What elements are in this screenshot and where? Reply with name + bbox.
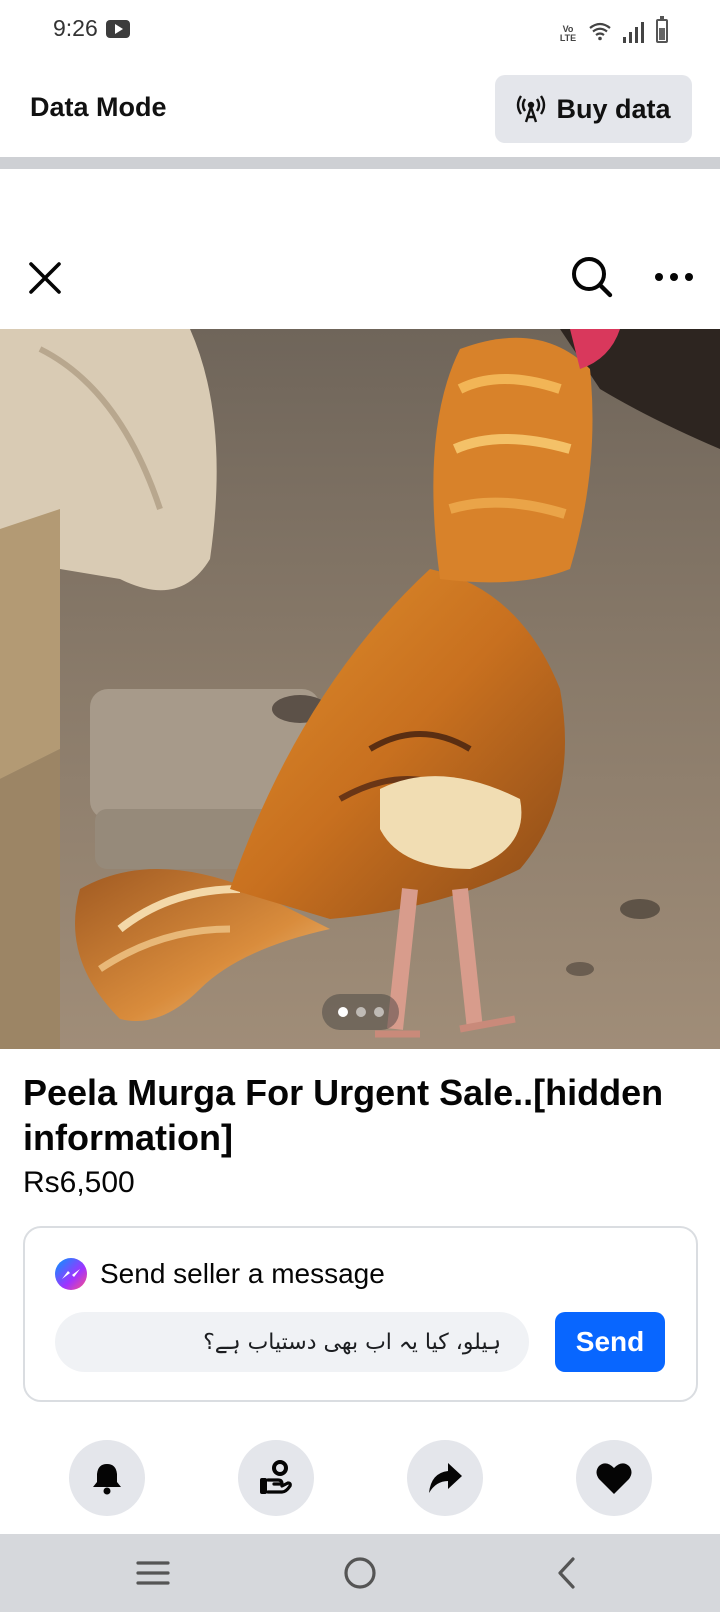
- message-input[interactable]: [55, 1312, 529, 1372]
- back-button[interactable]: [545, 1551, 589, 1595]
- recents-icon: [136, 1561, 170, 1585]
- page-dot: [373, 1007, 384, 1017]
- rooster-photo: [0, 329, 720, 1049]
- photo-page-indicator[interactable]: [322, 994, 399, 1030]
- page-dot: [355, 1007, 366, 1017]
- status-bar: 9:26 Vo LTE: [0, 0, 720, 60]
- save-button[interactable]: [576, 1440, 652, 1516]
- close-button[interactable]: [24, 257, 66, 299]
- page-dot: [337, 1007, 348, 1017]
- more-options-button[interactable]: [652, 257, 696, 297]
- data-mode-title: Data Mode: [30, 92, 167, 122]
- recents-button[interactable]: [131, 1551, 175, 1595]
- status-time: 9:26: [53, 15, 98, 41]
- divider: [0, 157, 720, 169]
- battery-icon: [656, 16, 668, 43]
- bell-icon: [93, 1464, 121, 1495]
- wifi-icon: [589, 22, 611, 41]
- volte-icon: Vo LTE: [559, 24, 577, 43]
- message-heading: Send seller a message: [100, 1258, 385, 1289]
- hand-coin-icon: [260, 1460, 292, 1494]
- system-nav-bar: [0, 1534, 720, 1612]
- buy-data-button[interactable]: Buy data: [495, 75, 692, 143]
- status-icons: Vo LTE: [558, 16, 668, 43]
- share-arrow-icon: [429, 1463, 462, 1493]
- message-seller-card: Send seller a message Send: [23, 1226, 698, 1402]
- antenna-icon: [517, 95, 546, 123]
- share-button[interactable]: [407, 1440, 483, 1516]
- more-icon: [655, 273, 693, 281]
- listing-title: Peela Murga For Urgent Sale..[hidden inf…: [23, 1072, 664, 1158]
- listing-header: [0, 169, 720, 329]
- heart-icon: [596, 1463, 632, 1494]
- buy-data-label: Buy data: [556, 93, 671, 124]
- listing-photo[interactable]: [0, 329, 720, 1049]
- close-icon: [29, 262, 61, 294]
- home-button[interactable]: [338, 1551, 382, 1595]
- marketplace-listing-screen: 9:26 Vo LTE Data Mode Buy data Peela Mur…: [0, 0, 720, 1612]
- back-icon: [558, 1557, 575, 1589]
- data-mode-bar: Data Mode Buy data: [0, 60, 720, 157]
- search-button[interactable]: [568, 253, 616, 301]
- signal-icon: [623, 22, 644, 43]
- send-button[interactable]: Send: [555, 1312, 665, 1372]
- search-icon: [572, 257, 613, 298]
- home-icon: [344, 1557, 376, 1589]
- make-offer-button[interactable]: [238, 1440, 314, 1516]
- youtube-icon: [106, 20, 130, 38]
- notify-button[interactable]: [69, 1440, 145, 1516]
- action-row: [0, 1440, 720, 1516]
- messenger-icon: [55, 1258, 87, 1290]
- listing-price: Rs6,500: [23, 1166, 135, 1199]
